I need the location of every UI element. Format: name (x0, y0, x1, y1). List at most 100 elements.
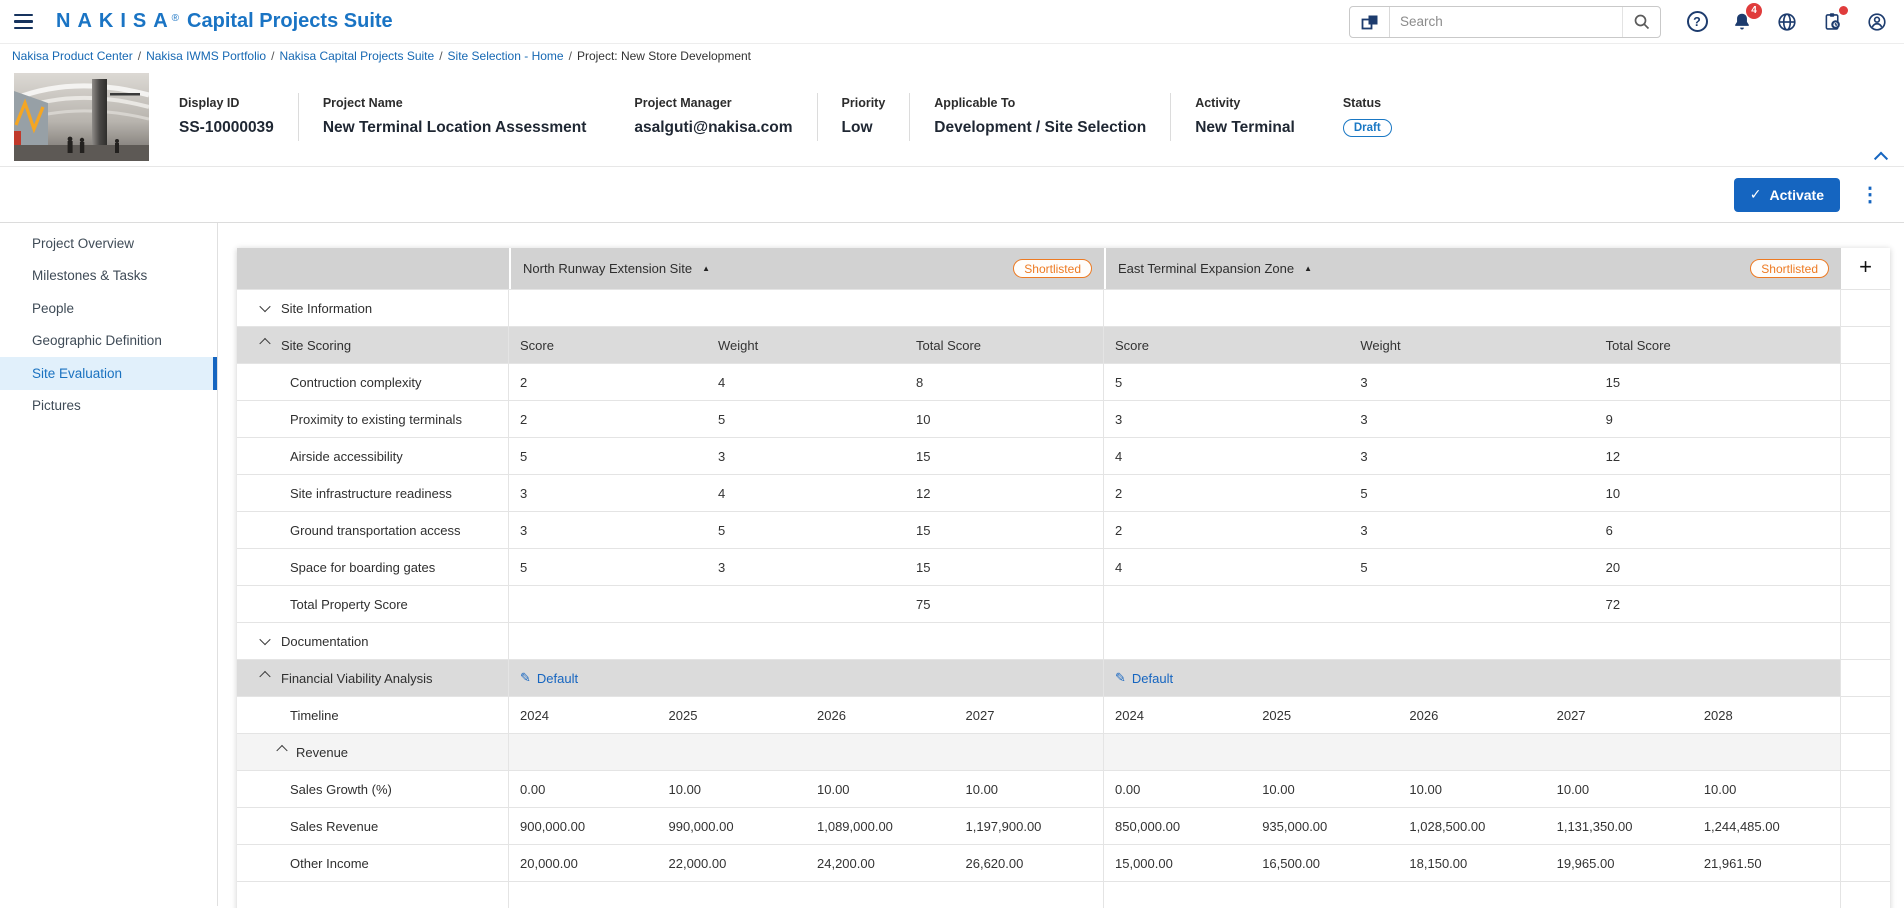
cell-value: 20,000.00 (509, 856, 658, 871)
row-label-cell: Proximity to existing terminals (237, 401, 509, 437)
breadcrumb-link[interactable]: Nakisa Product Center (12, 49, 133, 63)
table-row-clipped (237, 881, 1890, 908)
row-label[interactable]: Revenue (296, 745, 348, 760)
app-window: NAKISA® Capital Projects Suite ? 4 (0, 0, 1904, 908)
row-label[interactable]: Site Scoring (281, 338, 351, 353)
cell-value: 5 (509, 560, 707, 575)
row-gutter (1841, 845, 1890, 881)
breadcrumb-link[interactable]: Nakisa IWMS Portfolio (146, 49, 266, 63)
row-label: Site infrastructure readiness (290, 486, 452, 501)
pencil-icon: ✎ (520, 670, 531, 686)
site-1-cells (509, 882, 1104, 908)
default-link[interactable]: ✎Default (1104, 670, 1173, 686)
sidebar-item-geographic-definition[interactable]: Geographic Definition (0, 325, 217, 358)
default-link-label: Default (1132, 671, 1173, 686)
site-column-header: North Runway Extension Site ▲ Shortliste… (509, 248, 1104, 289)
row-label[interactable]: Documentation (281, 634, 368, 649)
sidebar-item-site-evaluation[interactable]: Site Evaluation (0, 357, 217, 390)
field-project-name: Project Name New Terminal Location Asses… (299, 96, 611, 137)
row-gutter (1841, 623, 1890, 659)
default-link[interactable]: ✎Default (509, 670, 578, 686)
site-2-cells: 236 (1104, 512, 1841, 548)
sidebar-item-pictures[interactable]: Pictures (0, 390, 217, 423)
more-options-kebab-icon[interactable]: ⋮ (1860, 185, 1880, 205)
cell-value: 10 (1595, 486, 1840, 501)
site-2-cells (1104, 290, 1841, 326)
breadcrumb-separator: / (439, 49, 442, 63)
globe-icon[interactable] (1774, 9, 1800, 35)
breadcrumb-link[interactable]: Nakisa Capital Projects Suite (279, 49, 434, 63)
row-label[interactable]: Financial Viability Analysis (281, 671, 433, 686)
breadcrumb-separator: / (138, 49, 141, 63)
site-1-cells: 2510 (509, 401, 1104, 437)
sort-asc-icon[interactable]: ▲ (702, 264, 710, 273)
sidebar-item-people[interactable]: People (0, 292, 217, 325)
field-priority: Priority Low (818, 96, 910, 137)
site-1-cells: ✎Default (509, 660, 1104, 696)
cell-value: 21,961.50 (1693, 856, 1840, 871)
cell-value: 75 (905, 597, 1103, 612)
row-gutter (1841, 808, 1890, 844)
collapse-header-chevron-icon[interactable] (1870, 144, 1892, 162)
status-badge: Draft (1343, 119, 1392, 137)
row-label[interactable]: Site Information (281, 301, 372, 316)
clipboard-tasks-icon[interactable] (1819, 9, 1845, 35)
row-gutter (1841, 734, 1890, 770)
cell-value: 850,000.00 (1104, 819, 1251, 834)
row-label-cell: Documentation (237, 623, 509, 659)
chevron-down-icon[interactable] (259, 301, 270, 312)
cell-value: 2025 (658, 708, 807, 723)
window-stack-icon[interactable] (1350, 7, 1390, 37)
cell-value: 20 (1595, 560, 1840, 575)
header-label-cell (237, 248, 509, 289)
cell-value: 4 (1104, 560, 1349, 575)
activate-button[interactable]: ✓ Activate (1734, 178, 1840, 212)
notifications-bell-icon[interactable]: 4 (1729, 9, 1755, 35)
table-row-contruction-complexity: Contruction complexity2485315 (237, 363, 1890, 400)
cell-value: Score (1104, 338, 1349, 353)
menu-icon[interactable] (14, 11, 40, 33)
table-row-sales-revenue: Sales Revenue900,000.00990,000.001,089,0… (237, 807, 1890, 844)
cell-value: 10.00 (1398, 782, 1545, 797)
row-label: Other Income (290, 856, 369, 871)
sort-asc-icon[interactable]: ▲ (1304, 264, 1312, 273)
table-row-financial-viability-analysis: Financial Viability Analysis✎Default✎Def… (237, 659, 1890, 696)
cell-value: 0.00 (1104, 782, 1251, 797)
cell-value: 6 (1595, 523, 1840, 538)
row-gutter (1841, 882, 1890, 908)
account-icon[interactable] (1864, 9, 1890, 35)
chevron-up-icon[interactable] (259, 338, 270, 349)
site-2-cells (1104, 734, 1841, 770)
search-icon[interactable] (1622, 7, 1660, 37)
help-icon[interactable]: ? (1684, 9, 1710, 35)
app-logo[interactable]: NAKISA® Capital Projects Suite (56, 10, 393, 33)
chevron-down-icon[interactable] (259, 634, 270, 645)
site-2-cells: 72 (1104, 586, 1841, 622)
site-1-cells: 900,000.00990,000.001,089,000.001,197,90… (509, 808, 1104, 844)
cell-value: Score (509, 338, 707, 353)
table-row-revenue: Revenue (237, 733, 1890, 770)
field-activity: Activity New Terminal (1171, 96, 1319, 137)
cell-value: 16,500.00 (1251, 856, 1398, 871)
breadcrumb-separator: / (271, 49, 274, 63)
cell-value: 10.00 (1251, 782, 1398, 797)
add-site-button[interactable]: + (1859, 256, 1872, 278)
site-evaluation-table: North Runway Extension Site ▲ Shortliste… (237, 248, 1890, 908)
chevron-up-icon[interactable] (276, 745, 287, 756)
cell-value: 24,200.00 (806, 856, 955, 871)
site-2-cells: 339 (1104, 401, 1841, 437)
cell-value: 8 (905, 375, 1103, 390)
row-label-cell (237, 882, 509, 908)
sidebar-item-milestones-tasks[interactable]: Milestones & Tasks (0, 260, 217, 293)
search-input[interactable] (1390, 7, 1622, 37)
cell-value: 15 (905, 449, 1103, 464)
sidebar-item-project-overview[interactable]: Project Overview (0, 227, 217, 260)
chevron-up-icon[interactable] (259, 671, 270, 682)
breadcrumb-link[interactable]: Site Selection - Home (448, 49, 564, 63)
site-1-cells: 5315 (509, 438, 1104, 474)
site-2-cells: ✎Default (1104, 660, 1841, 696)
table-row-timeline: Timeline20242025202620272024202520262027… (237, 696, 1890, 733)
cell-value: 2024 (509, 708, 658, 723)
cell-value: 3 (509, 523, 707, 538)
cell-value: 5 (509, 449, 707, 464)
